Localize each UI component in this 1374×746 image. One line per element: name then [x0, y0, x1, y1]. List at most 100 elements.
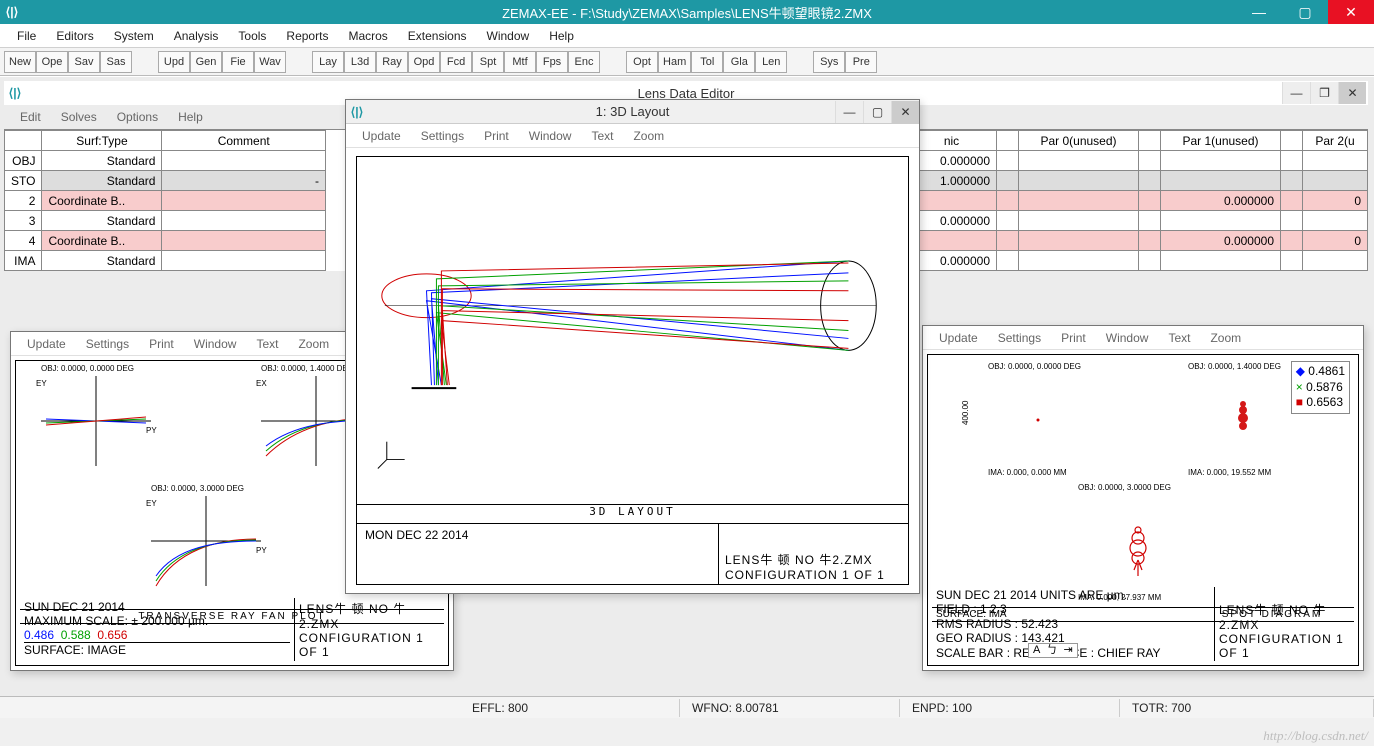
spot-legend: ◆ 0.4861 × 0.5876 ■ 0.6563	[1291, 361, 1350, 414]
status-wfno: WFNO: 8.00781	[680, 699, 900, 717]
layout-maximize-button[interactable]: ▢	[863, 101, 891, 123]
tb-spt[interactable]: Spt	[472, 51, 504, 73]
rayfan-menu-update[interactable]: Update	[17, 334, 76, 354]
layout-menu-text[interactable]: Text	[581, 126, 623, 146]
lde-menu-help[interactable]: Help	[168, 107, 213, 127]
tb-opt[interactable]: Opt	[626, 51, 658, 73]
rayfan-menu-settings[interactable]: Settings	[76, 334, 139, 354]
lde-minimize-button[interactable]: —	[1282, 82, 1310, 104]
ime-toolbar[interactable]: A ㄅ ⇥	[1028, 643, 1078, 658]
tb-ray[interactable]: Ray	[376, 51, 408, 73]
lde-col-idx	[5, 131, 42, 151]
status-effl: EFFL: 800	[460, 699, 680, 717]
tb-new[interactable]: New	[4, 51, 36, 73]
layout-footer2: CONFIGURATION 1 OF 1	[725, 568, 902, 582]
tb-upd[interactable]: Upd	[158, 51, 190, 73]
tb-enc[interactable]: Enc	[568, 51, 600, 73]
lde-close-button[interactable]: ✕	[1338, 82, 1366, 104]
menu-tools[interactable]: Tools	[229, 26, 275, 46]
tb-saveas[interactable]: Sas	[100, 51, 132, 73]
menu-system[interactable]: System	[105, 26, 163, 46]
lde-col-type: Surf:Type	[42, 131, 162, 151]
main-menubar: File Editors System Analysis Tools Repor…	[0, 24, 1374, 48]
rayfan-menu-zoom[interactable]: Zoom	[288, 334, 339, 354]
tb-l3d[interactable]: L3d	[344, 51, 376, 73]
lde-col-par1: Par 1(unused)	[1161, 131, 1281, 151]
spot-menu-settings[interactable]: Settings	[988, 328, 1051, 348]
tb-lay[interactable]: Lay	[312, 51, 344, 73]
tb-wav[interactable]: Wav	[254, 51, 286, 73]
menu-editors[interactable]: Editors	[47, 26, 102, 46]
app-icon: ⟨|⟩	[0, 5, 24, 19]
tb-fcd[interactable]: Fcd	[440, 51, 472, 73]
svg-text:EY: EY	[146, 499, 157, 508]
svg-text:IMA: 0.000, 19.552 MM: IMA: 0.000, 19.552 MM	[1188, 468, 1271, 477]
tb-ham[interactable]: Ham	[658, 51, 691, 73]
lde-table-right[interactable]: nic Par 0(unused) Par 1(unused) Par 2(u …	[906, 130, 1368, 271]
layout-menu-window[interactable]: Window	[519, 126, 582, 146]
menu-macros[interactable]: Macros	[339, 26, 396, 46]
lde-menu-solves[interactable]: Solves	[51, 107, 107, 127]
lde-menu-options[interactable]: Options	[107, 107, 168, 127]
spot-menu-zoom[interactable]: Zoom	[1200, 328, 1251, 348]
lde-col-par0: Par 0(unused)	[1019, 131, 1139, 151]
svg-text:OBJ: 0.0000, 1.4000 DEG: OBJ: 0.0000, 1.4000 DEG	[1188, 362, 1281, 371]
tb-gen[interactable]: Gen	[190, 51, 222, 73]
lde-icon: ⟨|⟩	[4, 86, 26, 100]
spot-menu-window[interactable]: Window	[1096, 328, 1159, 348]
tb-gla[interactable]: Gla	[723, 51, 755, 73]
layout-menu-print[interactable]: Print	[474, 126, 519, 146]
spot-menu-update[interactable]: Update	[929, 328, 988, 348]
lde-col-comment: Comment	[162, 131, 326, 151]
menu-file[interactable]: File	[8, 26, 45, 46]
tb-len[interactable]: Len	[755, 51, 787, 73]
tb-sys[interactable]: Sys	[813, 51, 845, 73]
rayfan-menu-print[interactable]: Print	[139, 334, 184, 354]
layout-title: 1: 3D Layout	[596, 104, 670, 119]
spot-menu-text[interactable]: Text	[1158, 328, 1200, 348]
lde-restore-button[interactable]: ❐	[1310, 82, 1338, 104]
layout-3d-window[interactable]: ⟨|⟩ 1: 3D Layout — ▢ ✕ Update Settings P…	[345, 99, 920, 594]
tb-open[interactable]: Ope	[36, 51, 68, 73]
svg-text:IMA: 0.000, 0.000 MM: IMA: 0.000, 0.000 MM	[988, 468, 1067, 477]
close-button[interactable]: ✕	[1328, 0, 1374, 24]
layout-footer1: LENS牛 顿 NO 牛2.ZMX	[725, 551, 902, 568]
tb-save[interactable]: Sav	[68, 51, 100, 73]
layout-menu-settings[interactable]: Settings	[411, 126, 474, 146]
watermark: http://blog.csdn.net/	[1263, 728, 1368, 744]
tb-fie[interactable]: Fie	[222, 51, 254, 73]
minimize-button[interactable]: —	[1236, 0, 1282, 24]
app-title: ZEMAX-EE - F:\Study\ZEMAX\Samples\LENS牛顿…	[502, 3, 872, 22]
menu-help[interactable]: Help	[540, 26, 583, 46]
spot-menu-print[interactable]: Print	[1051, 328, 1096, 348]
mdi-area: ⟨|⟩ Lens Data Editor — ❐ ✕ Edit Solves O…	[0, 76, 1374, 696]
maximize-button[interactable]: ▢	[1282, 0, 1328, 24]
lde-table-left[interactable]: Surf:Type Comment OBJStandard STOStandar…	[4, 130, 326, 271]
layout-menu-zoom[interactable]: Zoom	[623, 126, 674, 146]
svg-text:EX: EX	[256, 379, 267, 388]
layout-menu-update[interactable]: Update	[352, 126, 411, 146]
menu-analysis[interactable]: Analysis	[165, 26, 228, 46]
menu-reports[interactable]: Reports	[277, 26, 337, 46]
layout-minimize-button[interactable]: —	[835, 101, 863, 123]
tb-mtf[interactable]: Mtf	[504, 51, 536, 73]
tb-opd[interactable]: Opd	[408, 51, 440, 73]
tb-fps[interactable]: Fps	[536, 51, 568, 73]
svg-text:OBJ: 0.0000, 3.0000 DEG: OBJ: 0.0000, 3.0000 DEG	[151, 484, 244, 493]
svg-text:PY: PY	[146, 426, 157, 435]
rayfan-scale: MAXIMUM SCALE: ± 200.000 µm.	[24, 614, 290, 628]
svg-text:OBJ: 0.0000, 0.0000 DEG: OBJ: 0.0000, 0.0000 DEG	[41, 364, 134, 373]
main-titlebar: ⟨|⟩ ZEMAX-EE - F:\Study\ZEMAX\Samples\LE…	[0, 0, 1374, 24]
rayfan-menu-text[interactable]: Text	[246, 334, 288, 354]
lde-menu-edit[interactable]: Edit	[10, 107, 51, 127]
tb-pre[interactable]: Pre	[845, 51, 877, 73]
rayfan-menu-window[interactable]: Window	[184, 334, 247, 354]
svg-text:400.00: 400.00	[961, 400, 970, 425]
spot-diagram-window[interactable]: Update Settings Print Window Text Zoom ◆…	[922, 325, 1364, 671]
tb-tol[interactable]: Tol	[691, 51, 723, 73]
layout-date: MON DEC 22 2014	[365, 528, 710, 542]
menu-window[interactable]: Window	[478, 26, 539, 46]
lde-col-par2: Par 2(u	[1303, 131, 1368, 151]
layout-close-button[interactable]: ✕	[891, 101, 919, 123]
menu-extensions[interactable]: Extensions	[399, 26, 476, 46]
